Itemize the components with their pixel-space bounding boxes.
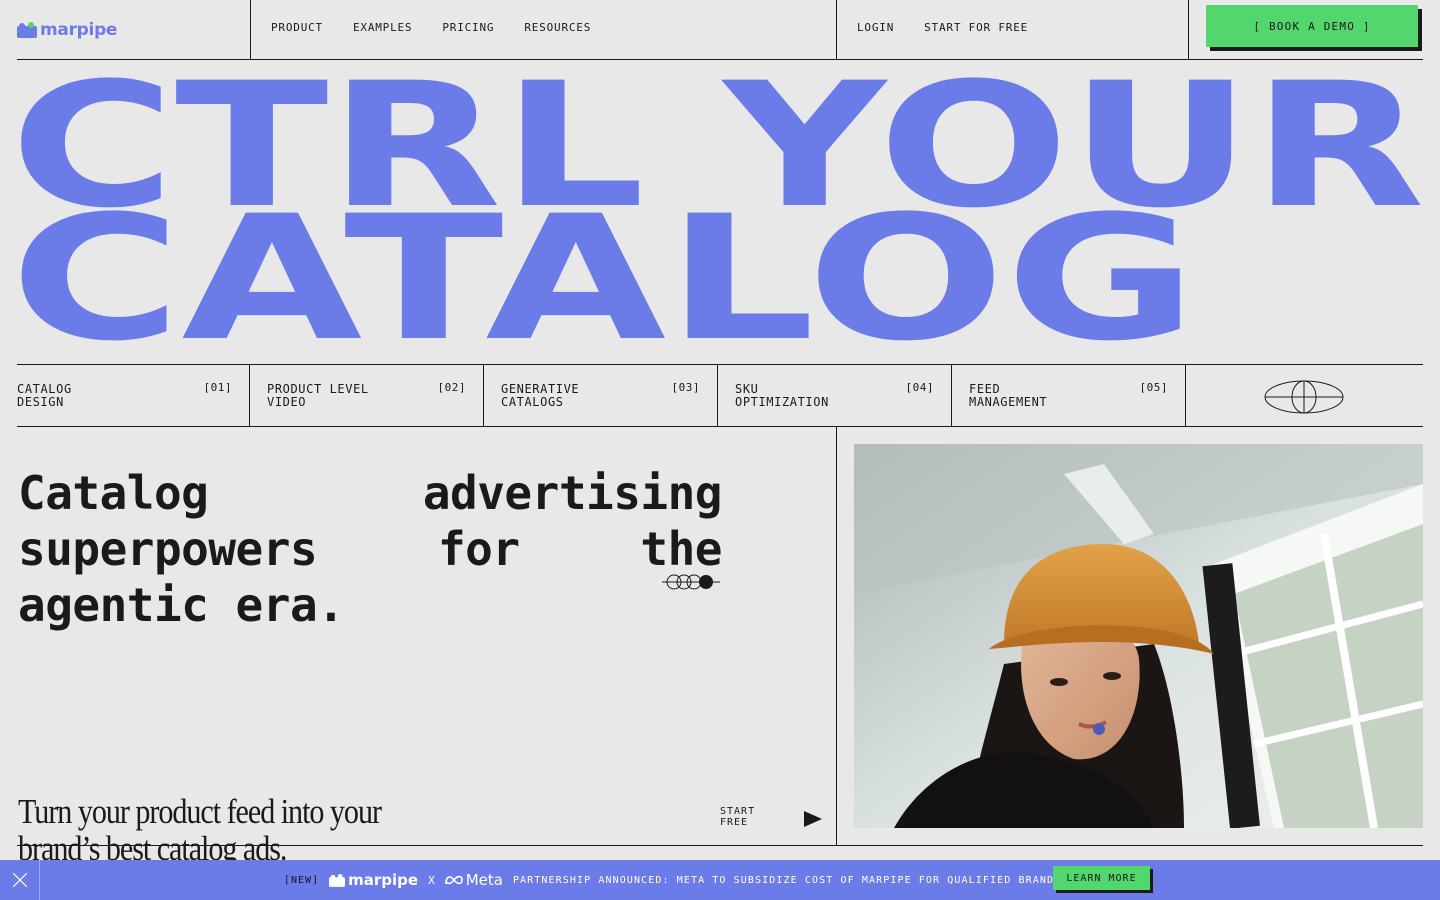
play-arrow-icon: [804, 811, 822, 827]
feature-label: GENERATIVE CATALOGS: [501, 382, 580, 409]
primary-links: PRODUCT EXAMPLES PRICING RESOURCES: [271, 21, 591, 34]
globe-icon: [1264, 380, 1344, 414]
rings-icon: [662, 574, 720, 590]
hero-line-2: CATALOG: [10, 178, 1197, 362]
hero-subtitle: Turn your product feed into your brand’s…: [18, 792, 382, 868]
feature-label: CATALOG DESIGN: [17, 382, 72, 409]
body-bottom-rule: [17, 845, 1423, 846]
main-headline: Catalog advertising superpowers for the …: [18, 465, 723, 632]
new-tag: [NEW]: [284, 874, 320, 886]
feature-generative-catalogs[interactable]: GENERATIVE CATALOGS [03]: [484, 365, 718, 426]
banner-logo-text: marpipe: [348, 871, 419, 889]
nav-divider: [250, 0, 251, 59]
login-link[interactable]: LOGIN: [857, 21, 894, 34]
learn-more-button[interactable]: LEARN MORE: [1053, 866, 1150, 890]
feature-number: [04]: [905, 381, 934, 394]
body-divider: [836, 427, 837, 846]
feature-number: [01]: [203, 381, 232, 394]
announcement-banner: [NEW] marpipe X Meta PARTNERSHIP ANNOUNC…: [0, 860, 1440, 900]
hero-headline: CTRL YOUR CATALOG: [10, 60, 1425, 362]
hero-photo: [854, 444, 1423, 828]
banner-message: PARTNERSHIP ANNOUNCED: META TO SUBSIDIZE…: [512, 874, 1069, 886]
meta-logo-text: Meta: [465, 871, 503, 889]
feature-strip: CATALOG DESIGN [01] PRODUCT LEVEL VIDEO …: [17, 364, 1423, 427]
feature-number: [02]: [437, 381, 466, 394]
feature-label: SKU OPTIMIZATION: [735, 382, 829, 409]
logo-mark-icon: [329, 873, 346, 887]
nav-link-resources[interactable]: RESOURCES: [524, 21, 591, 34]
close-icon: [13, 873, 27, 887]
nav-divider: [836, 0, 837, 59]
feature-catalog-design[interactable]: CATALOG DESIGN [01]: [17, 365, 250, 426]
hero: CTRL YOUR CATALOG: [0, 60, 1440, 362]
top-nav: marpipe PRODUCT EXAMPLES PRICING RESOURC…: [0, 0, 1440, 60]
feature-feed-management[interactable]: FEED MANAGEMENT [05]: [952, 365, 1186, 426]
meta-infinity-icon: [444, 875, 463, 885]
nav-divider: [1188, 0, 1189, 59]
logo-mark-icon: [17, 22, 37, 38]
partnership-x: X: [428, 873, 435, 887]
banner-content: [NEW] marpipe X Meta PARTNERSHIP ANNOUNC…: [284, 860, 1068, 900]
model-photo-illustration: [854, 444, 1423, 828]
book-demo-button[interactable]: [ BOOK A DEMO ]: [1206, 5, 1418, 47]
feature-product-level-video[interactable]: PRODUCT LEVEL VIDEO [02]: [250, 365, 484, 426]
meta-logo: Meta: [444, 871, 503, 889]
feature-number: [05]: [1139, 381, 1168, 394]
nav-link-product[interactable]: PRODUCT: [271, 21, 323, 34]
feature-number: [03]: [671, 381, 700, 394]
banner-close-button[interactable]: [0, 860, 40, 900]
account-links: LOGIN START FOR FREE: [857, 21, 1028, 34]
start-free-cta[interactable]: START FREE: [720, 806, 825, 830]
feature-label: PRODUCT LEVEL VIDEO: [267, 382, 369, 409]
banner-marpipe-logo: marpipe: [329, 871, 418, 889]
nav-link-pricing[interactable]: PRICING: [442, 21, 494, 34]
marpipe-logo[interactable]: marpipe: [17, 18, 117, 42]
feature-label: FEED MANAGEMENT: [969, 382, 1048, 409]
start-free-label: START FREE: [720, 806, 756, 828]
logo-text: marpipe: [40, 20, 118, 40]
start-for-free-link[interactable]: START FOR FREE: [924, 21, 1028, 34]
globe-cell: [1186, 365, 1423, 426]
feature-sku-optimization[interactable]: SKU OPTIMIZATION [04]: [718, 365, 952, 426]
nav-link-examples[interactable]: EXAMPLES: [353, 21, 412, 34]
